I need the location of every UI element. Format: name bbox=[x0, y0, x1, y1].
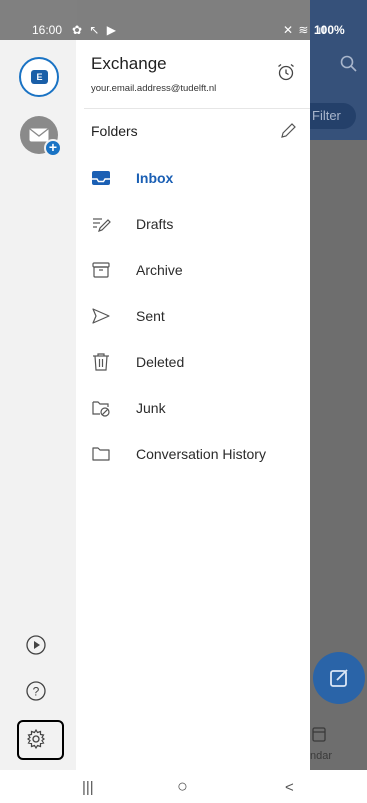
status-bar: 16:00 ✿ ↖ ▶ ✕ ≋ .ıl 100% bbox=[0, 0, 367, 40]
calendar-icon bbox=[312, 726, 326, 747]
folder-item-conversation-history[interactable]: Conversation History bbox=[76, 434, 310, 474]
folder-icon bbox=[91, 445, 111, 463]
folder-item-sent[interactable]: Sent bbox=[76, 296, 310, 336]
account-email: your.email.address@tudelft.nl bbox=[91, 83, 217, 94]
calendar-tab-label: ndar bbox=[310, 750, 333, 762]
edit-pencil-icon[interactable] bbox=[279, 122, 297, 145]
plus-icon: + bbox=[44, 139, 62, 157]
battery-level: 100% bbox=[314, 23, 345, 37]
recents-button[interactable]: ||| bbox=[82, 779, 94, 796]
filter-button: Filter bbox=[310, 103, 356, 129]
account-name: Exchange bbox=[91, 54, 167, 73]
home-button[interactable]: ○ bbox=[177, 776, 188, 797]
sent-icon bbox=[91, 307, 111, 325]
exchange-icon: E bbox=[31, 70, 48, 84]
back-button[interactable]: < bbox=[285, 779, 294, 796]
system-nav-bar: ||| ○ < bbox=[0, 770, 367, 803]
background-app-overlay[interactable]: Filter ndar bbox=[310, 0, 367, 770]
folders-heading: Folders bbox=[91, 123, 138, 139]
alarm-clock-icon[interactable] bbox=[276, 62, 296, 87]
compose-button bbox=[313, 652, 365, 704]
compose-icon bbox=[330, 669, 348, 687]
folder-item-drafts[interactable]: Drafts bbox=[76, 204, 310, 244]
junk-icon bbox=[91, 399, 111, 417]
search-icon bbox=[340, 55, 358, 78]
notification-icons: ✿ ↖ ▶ bbox=[72, 23, 119, 37]
status-time: 16:00 bbox=[32, 23, 63, 37]
drafts-icon bbox=[91, 215, 111, 233]
folder-drawer: Exchange your.email.address@tudelft.nl F… bbox=[76, 40, 310, 770]
archive-icon bbox=[91, 261, 111, 279]
divider bbox=[84, 108, 310, 109]
help-icon[interactable]: ? bbox=[25, 680, 51, 706]
account-rail: E + ? bbox=[0, 40, 76, 770]
folder-item-archive[interactable]: Archive bbox=[76, 250, 310, 290]
inbox-icon bbox=[91, 169, 111, 187]
gear-icon[interactable] bbox=[25, 728, 51, 754]
add-account-button[interactable]: + bbox=[20, 116, 62, 157]
exchange-account-avatar[interactable]: E bbox=[19, 57, 59, 97]
play-icon[interactable] bbox=[25, 634, 51, 660]
folder-item-inbox[interactable]: Inbox bbox=[76, 158, 310, 198]
mail-icon bbox=[29, 128, 49, 142]
trash-icon bbox=[91, 353, 111, 371]
folder-item-deleted[interactable]: Deleted bbox=[76, 342, 310, 382]
svg-text:?: ? bbox=[33, 685, 40, 699]
folder-item-junk[interactable]: Junk bbox=[76, 388, 310, 428]
